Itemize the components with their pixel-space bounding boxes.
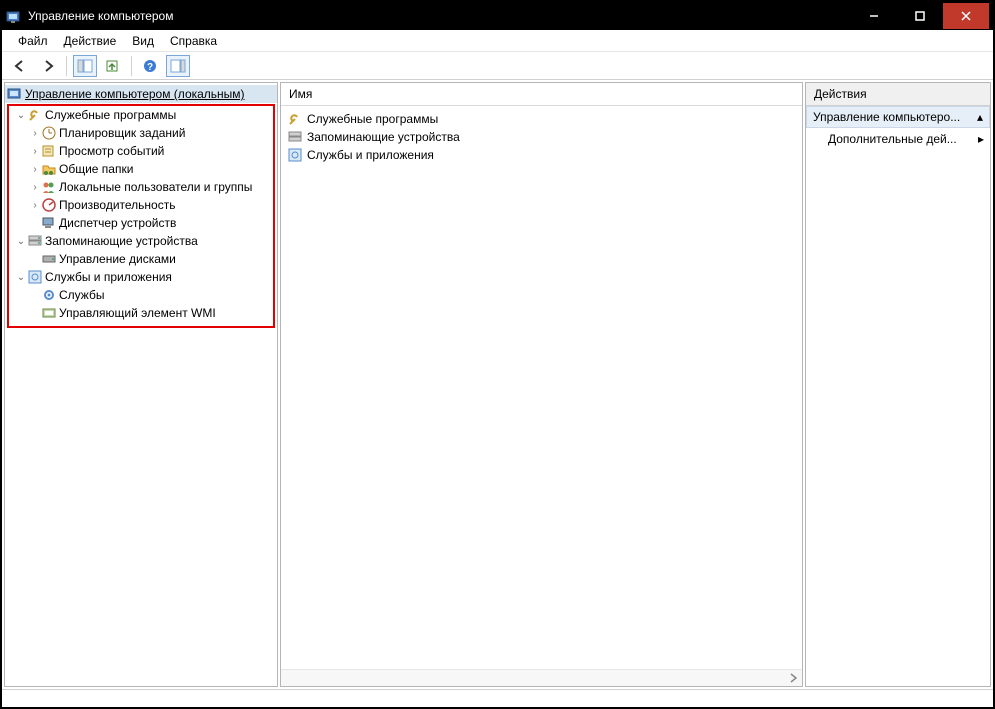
menu-help[interactable]: Справка [162,32,225,50]
clock-icon [41,125,57,141]
tree-label: Запоминающие устройства [45,234,198,248]
storage-icon [27,233,43,249]
tree-pane[interactable]: Управление компьютером (локальным) ⌄ Слу… [4,82,278,687]
computer-management-icon [7,86,23,102]
actions-pane: Действия Управление компьютеро... ▴ Допо… [805,82,991,687]
list-item-label: Служебные программы [307,112,438,126]
chevron-right-icon[interactable]: › [29,182,41,193]
event-log-icon [41,143,57,159]
tree-storage[interactable]: ⌄ Запоминающие устройства [9,232,273,250]
horizontal-scrollbar[interactable] [281,669,802,686]
storage-icon [287,129,303,145]
show-hide-action-pane-button[interactable] [166,55,190,77]
actions-more-label: Дополнительные дей... [828,132,957,146]
menubar: Файл Действие Вид Справка [2,30,993,52]
toolbar: ? [2,52,993,80]
chevron-down-icon[interactable]: ⌄ [15,236,27,247]
tree-label: Службы [59,288,104,302]
export-list-button[interactable] [101,55,125,77]
tree-shared-folders[interactable]: › Общие папки [9,160,273,178]
title-text: Управление компьютером [28,9,173,23]
actions-context-band[interactable]: Управление компьютеро... ▴ [806,106,990,128]
tree-task-scheduler[interactable]: › Планировщик заданий [9,124,273,142]
app-window: Управление компьютером Файл Действие Вид… [0,0,995,709]
wmi-icon [41,305,57,321]
chevron-down-icon[interactable]: ⌄ [15,110,27,121]
tree: Управление компьютером (локальным) ⌄ Слу… [5,83,277,331]
shared-folder-icon [41,161,57,177]
actions-header: Действия [806,83,990,106]
scroll-right-icon[interactable] [786,671,800,685]
tree-label: Производительность [59,198,175,212]
tree-label: Диспетчер устройств [59,216,176,230]
svg-text:?: ? [147,62,153,73]
tree-root[interactable]: Управление компьютером (локальным) [5,85,277,103]
tree-device-manager[interactable]: Диспетчер устройств [9,214,273,232]
menu-view[interactable]: Вид [124,32,162,50]
actions-more[interactable]: Дополнительные дей... ▸ [806,128,990,150]
users-icon [41,179,57,195]
menu-file[interactable]: Файл [10,32,56,50]
tree-label: Общие папки [59,162,133,176]
help-button[interactable]: ? [138,55,162,77]
list-pane[interactable]: Имя Служебные программы Запоминающие уст… [280,82,803,687]
collapse-icon[interactable]: ▴ [977,110,983,124]
statusbar [2,689,993,707]
tree-label: Управляющий элемент WMI [59,306,216,320]
maximize-button[interactable] [897,3,943,29]
list-item-services-apps[interactable]: Службы и приложения [283,146,800,164]
list-body: Служебные программы Запоминающие устройс… [281,106,802,669]
toolbar-separator [66,56,67,76]
chevron-right-icon[interactable]: › [29,128,41,139]
services-apps-icon [287,147,303,163]
highlight-box: ⌄ Служебные программы › Планировщик зада… [7,104,275,328]
list-item-label: Службы и приложения [307,148,434,162]
tree-label: Управление дисками [59,252,176,266]
tree-services[interactable]: Службы [9,286,273,304]
back-button[interactable] [8,55,32,77]
tree-services-apps[interactable]: ⌄ Службы и приложения [9,268,273,286]
tree-label: Локальные пользователи и группы [59,180,252,194]
chevron-down-icon[interactable]: ⌄ [15,272,27,283]
tools-icon [27,107,43,123]
tree-disk-management[interactable]: Управление дисками [9,250,273,268]
tree-label: Управление компьютером (локальным) [25,87,245,101]
actions-context-label: Управление компьютеро... [813,110,960,124]
tree-label: Службы и приложения [45,270,172,284]
tree-event-viewer[interactable]: › Просмотр событий [9,142,273,160]
tree-label: Просмотр событий [59,144,164,158]
tree-system-tools[interactable]: ⌄ Служебные программы [9,106,273,124]
services-apps-icon [27,269,43,285]
device-manager-icon [41,215,57,231]
chevron-right-icon[interactable]: › [29,146,41,157]
gear-icon [41,287,57,303]
titlebar[interactable]: Управление компьютером [2,2,993,30]
list-item-label: Запоминающие устройства [307,130,460,144]
menu-action[interactable]: Действие [56,32,125,50]
show-hide-tree-button[interactable] [73,55,97,77]
tree-wmi[interactable]: Управляющий элемент WMI [9,304,273,322]
column-header-name[interactable]: Имя [281,83,802,106]
forward-button[interactable] [36,55,60,77]
tree-local-users[interactable]: › Локальные пользователи и группы [9,178,273,196]
tree-label: Служебные программы [45,108,176,122]
workspace: Управление компьютером (локальным) ⌄ Слу… [2,80,993,689]
disk-icon [41,251,57,267]
tree-performance[interactable]: › Производительность [9,196,273,214]
chevron-right-icon[interactable]: › [29,164,41,175]
tree-label: Планировщик заданий [59,126,185,140]
chevron-right-icon[interactable]: › [29,200,41,211]
performance-icon [41,197,57,213]
chevron-right-icon: ▸ [978,132,984,146]
toolbar-separator [131,56,132,76]
tools-icon [287,111,303,127]
minimize-button[interactable] [851,3,897,29]
app-icon [6,8,22,24]
list-item-storage[interactable]: Запоминающие устройства [283,128,800,146]
list-item-system-tools[interactable]: Служебные программы [283,110,800,128]
close-button[interactable] [943,3,989,29]
